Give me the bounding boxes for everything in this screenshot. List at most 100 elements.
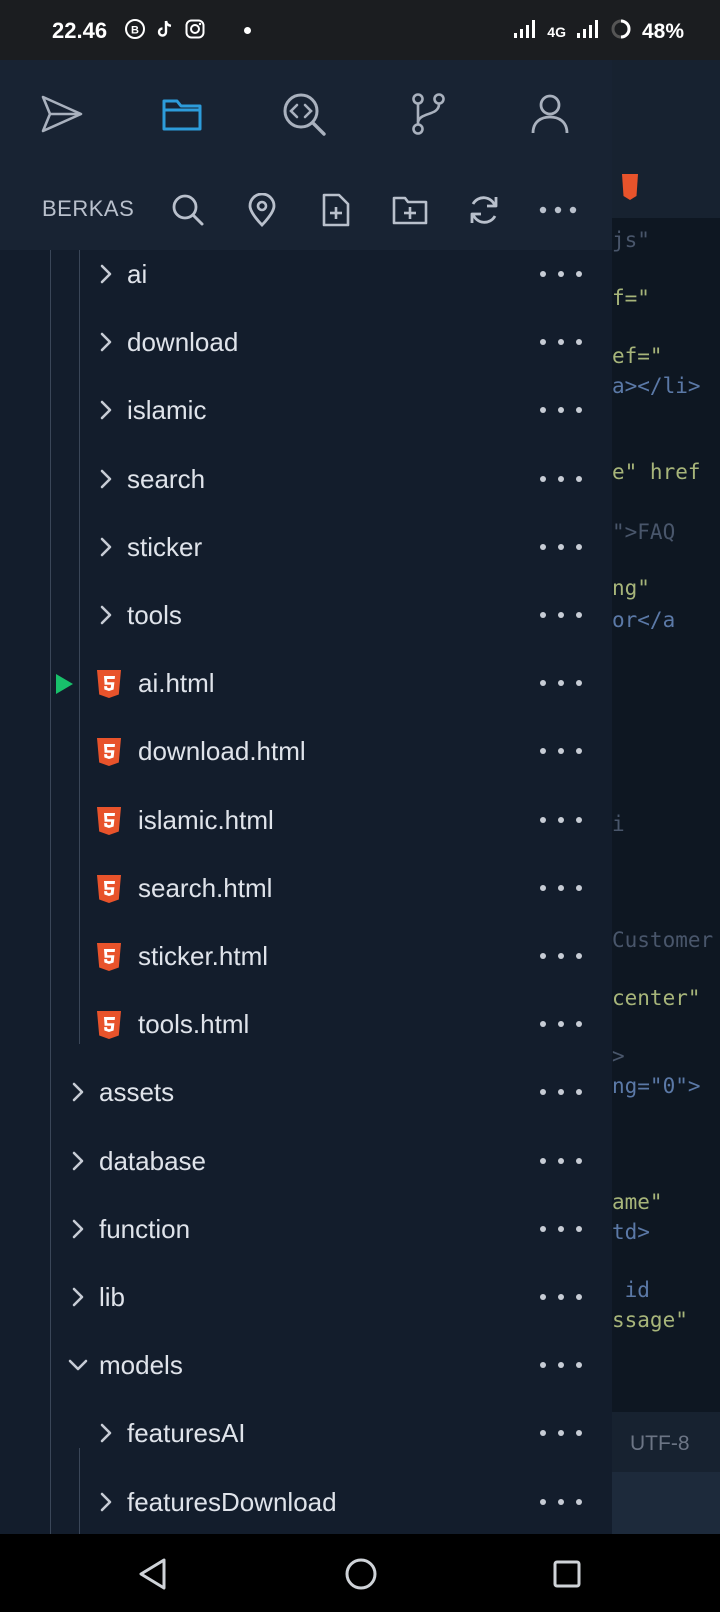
- new-file-icon[interactable]: [314, 188, 358, 232]
- folder-row[interactable]: download: [0, 308, 612, 376]
- tree-item-label: database: [99, 1145, 206, 1176]
- chevron-right-icon[interactable]: [96, 260, 116, 288]
- file-row[interactable]: search.html: [0, 854, 612, 922]
- folder-row[interactable]: sticker: [0, 513, 612, 581]
- folder-row[interactable]: tools: [0, 581, 612, 649]
- back-icon[interactable]: [131, 1552, 175, 1596]
- more-options-icon[interactable]: [540, 1355, 582, 1375]
- chevron-right-icon[interactable]: [68, 1078, 88, 1106]
- folder-row[interactable]: models: [0, 1331, 612, 1399]
- code-line: ef=": [612, 344, 663, 368]
- system-nav-bar: [0, 1534, 720, 1612]
- chevron-right-icon[interactable]: [96, 465, 116, 493]
- code-line: id: [612, 1278, 650, 1302]
- more-options-icon[interactable]: [540, 946, 582, 966]
- location-pin-icon[interactable]: [240, 188, 284, 232]
- more-options-icon[interactable]: [540, 1151, 582, 1171]
- tree-item-label: sticker.html: [138, 941, 269, 971]
- chevron-right-icon[interactable]: [68, 1147, 88, 1175]
- b-circle-icon: B: [124, 18, 146, 40]
- more-options-icon[interactable]: [540, 537, 582, 557]
- file-tree: ai download islamic search sticker tools ai.ht…: [0, 250, 612, 1534]
- folder-row[interactable]: function: [0, 1195, 612, 1263]
- send-icon[interactable]: [36, 88, 88, 140]
- encoding-label[interactable]: UTF-8: [630, 1432, 690, 1456]
- more-options-icon[interactable]: [540, 1014, 582, 1034]
- folder-row[interactable]: featuresAI: [0, 1399, 612, 1467]
- code-search-icon[interactable]: [278, 88, 330, 140]
- folder-row[interactable]: database: [0, 1127, 612, 1195]
- folder-icon[interactable]: [156, 88, 208, 140]
- notification-dot: [244, 27, 251, 34]
- file-row[interactable]: tools.html: [0, 990, 612, 1058]
- more-options-icon[interactable]: [540, 605, 582, 625]
- network-type: 4G: [547, 24, 566, 40]
- tree-item-label: search: [127, 463, 206, 494]
- more-options-icon[interactable]: [540, 400, 582, 420]
- user-icon[interactable]: [524, 88, 576, 140]
- html5-icon: [96, 1010, 122, 1040]
- more-options-icon[interactable]: [540, 878, 582, 898]
- svg-text:B: B: [131, 25, 139, 37]
- recents-icon[interactable]: [545, 1552, 589, 1596]
- tree-item-label: download: [127, 327, 239, 358]
- file-row[interactable]: islamic.html: [0, 786, 612, 854]
- search-icon[interactable]: [166, 188, 210, 232]
- folder-row[interactable]: assets: [0, 1058, 612, 1126]
- folder-row[interactable]: search: [0, 445, 612, 513]
- html5-icon: [96, 874, 122, 904]
- tree-item-label: ai: [127, 259, 148, 289]
- code-line: ssage": [612, 1308, 688, 1332]
- tree-item-label: search.html: [138, 872, 273, 903]
- more-options-icon[interactable]: [540, 673, 582, 693]
- editor-tools: [612, 160, 720, 218]
- file-row[interactable]: download.html: [0, 717, 612, 785]
- refresh-icon[interactable]: [462, 188, 506, 232]
- more-icon[interactable]: [536, 188, 580, 232]
- more-options-icon[interactable]: [540, 469, 582, 489]
- folder-row[interactable]: lib: [0, 1263, 612, 1331]
- code-line: f=": [612, 286, 650, 310]
- home-icon[interactable]: [339, 1552, 383, 1596]
- more-options-icon[interactable]: [540, 1219, 582, 1239]
- file-row[interactable]: ai.html: [0, 649, 612, 717]
- folder-row[interactable]: featuresDownload: [0, 1468, 612, 1534]
- code-line: i: [612, 812, 625, 836]
- git-branch-icon[interactable]: [402, 88, 454, 140]
- chevron-down-icon[interactable]: [68, 1351, 88, 1379]
- more-options-icon[interactable]: [540, 264, 582, 284]
- more-options-icon[interactable]: [540, 1287, 582, 1307]
- code-line: center": [612, 986, 701, 1010]
- chevron-right-icon[interactable]: [96, 396, 116, 424]
- chevron-right-icon[interactable]: [96, 328, 116, 356]
- more-options-icon[interactable]: [540, 810, 582, 830]
- chevron-right-icon[interactable]: [96, 533, 116, 561]
- html5-icon: [622, 173, 638, 205]
- chevron-right-icon[interactable]: [96, 1419, 116, 1447]
- new-folder-icon[interactable]: [388, 188, 432, 232]
- tree-item-label: lib: [99, 1282, 126, 1312]
- html5-icon: [96, 806, 122, 836]
- tree-item-label: tools.html: [138, 1009, 250, 1040]
- more-options-icon[interactable]: [540, 1423, 582, 1443]
- file-row[interactable]: sticker.html: [0, 922, 612, 990]
- chevron-right-icon[interactable]: [68, 1215, 88, 1243]
- chevron-right-icon[interactable]: [96, 1488, 116, 1516]
- html5-icon: [96, 737, 122, 767]
- chevron-right-icon[interactable]: [96, 601, 116, 629]
- tree-item-label: ai.html: [138, 668, 215, 699]
- code-line: ng="0">: [612, 1074, 701, 1098]
- notification-icons: B: [124, 18, 206, 40]
- folder-row[interactable]: islamic: [0, 376, 612, 444]
- chevron-right-icon[interactable]: [68, 1283, 88, 1311]
- more-options-icon[interactable]: [540, 1492, 582, 1512]
- code-line: e" href: [612, 460, 701, 484]
- code-line: >: [612, 1044, 625, 1068]
- files-toolbar: BERKAS: [0, 168, 612, 250]
- tree-item-label: featuresDownload: [127, 1486, 337, 1517]
- more-options-icon[interactable]: [540, 1082, 582, 1102]
- folder-row[interactable]: ai: [0, 240, 612, 308]
- more-options-icon[interactable]: [540, 741, 582, 761]
- more-options-icon[interactable]: [540, 332, 582, 352]
- top-nav: [0, 60, 612, 168]
